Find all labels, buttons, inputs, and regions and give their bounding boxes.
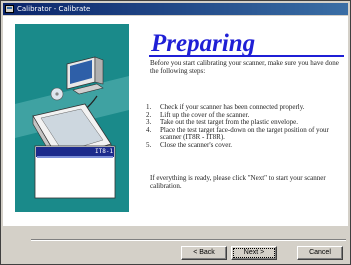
title-bar[interactable]: Calibrator - Calibrate [3,3,348,15]
next-button[interactable]: Next > [231,246,277,260]
step-text: Place the test target face-down on the t… [160,125,329,141]
calibrator-window: Calibrator - Calibrate IT8-1 Preparing B… [0,0,351,265]
step-number: 5. [146,140,152,149]
intro-text: Before you start calibrating your scanne… [150,59,339,75]
wizard-content: IT8-1 Preparing Before you start calibra… [3,16,348,226]
step-item: 4. Place the test target face-down on the… [146,125,348,142]
test-target-label: IT8-1 [95,148,114,155]
page-title: Preparing [151,30,256,57]
computer-monitor-icon [66,56,104,95]
step-number: 4. [146,125,152,134]
scanner-illustration: IT8-1 [15,24,129,212]
back-button[interactable]: < Back [181,246,227,260]
title-underline [149,55,344,57]
scanner-illustration-graphic [15,56,129,199]
app-icon [5,5,14,13]
step-item: 5. Close the scanner's cover. [146,140,348,150]
ready-instruction-text: If everything is ready, please click "Ne… [150,174,326,190]
window-title: Calibrator - Calibrate [17,5,91,13]
steps-list: 1. Check if your scanner has been connect… [146,103,348,150]
cancel-button[interactable]: Cancel [297,246,343,260]
footer-divider [31,239,346,241]
step-text: Close the scanner's cover. [160,140,233,149]
